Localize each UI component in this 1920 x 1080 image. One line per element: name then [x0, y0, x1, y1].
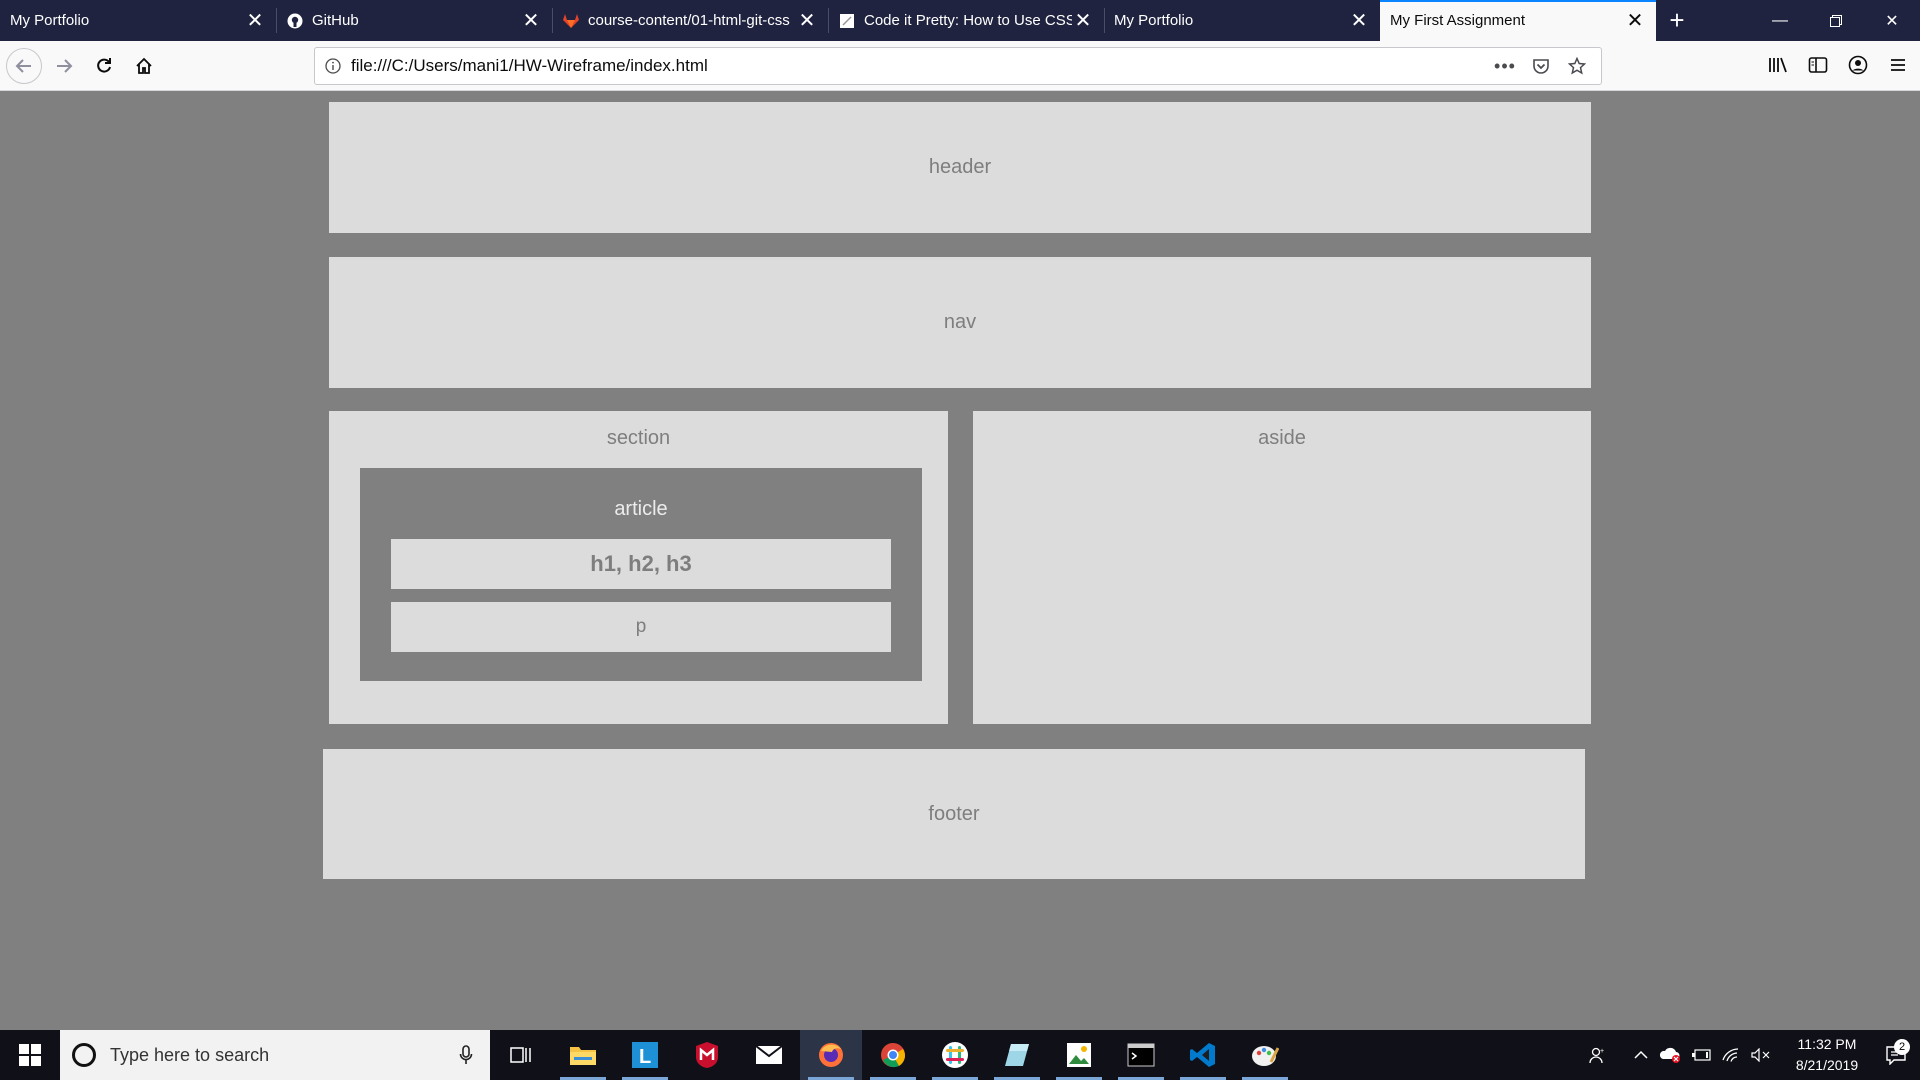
headings-label: h1, h2, h3: [590, 551, 692, 576]
url-text[interactable]: file:///C:/Users/mani1/HW-Wireframe/inde…: [351, 56, 1487, 76]
tab-course-content[interactable]: course-content/01-html-git-css ✕: [552, 0, 828, 41]
close-icon[interactable]: ✕: [520, 10, 542, 32]
taskbar-search[interactable]: Type here to search: [60, 1030, 490, 1080]
notification-count-badge: 2: [1894, 1039, 1910, 1055]
sticky-notes-icon[interactable]: [986, 1030, 1048, 1080]
tab-title: GitHub: [312, 12, 359, 29]
gitlab-icon: [562, 12, 580, 30]
cortana-icon: [72, 1043, 96, 1067]
tab-title: My Portfolio: [1114, 12, 1194, 29]
lync-icon[interactable]: L: [614, 1030, 676, 1080]
tab-code-it-pretty[interactable]: Code it Pretty: How to Use CSS ✕: [828, 0, 1104, 41]
article-label: article: [614, 498, 668, 520]
tab-github[interactable]: GitHub ✕: [276, 0, 552, 41]
mcafee-icon[interactable]: [676, 1030, 738, 1080]
tab-title: course-content/01-html-git-css: [588, 12, 790, 29]
system-clock[interactable]: 11:32 PM 8/21/2019: [1782, 1034, 1872, 1076]
menu-icon[interactable]: [1880, 47, 1916, 83]
wireframe-aside: aside: [973, 411, 1591, 724]
header-label: header: [928, 156, 992, 178]
bookmark-star-icon[interactable]: [1559, 51, 1595, 81]
wifi-icon[interactable]: [1716, 1048, 1746, 1062]
pocket-icon[interactable]: [1523, 51, 1559, 81]
home-button[interactable]: [126, 48, 162, 84]
wireframe-headings: h1, h2, h3: [391, 539, 891, 589]
chrome-icon[interactable]: [862, 1030, 924, 1080]
volume-muted-icon[interactable]: [1746, 1048, 1776, 1062]
svg-text:+: +: [1600, 1048, 1604, 1055]
close-window-icon[interactable]: ✕: [1864, 0, 1920, 41]
new-tab-button[interactable]: +: [1656, 0, 1698, 41]
nav-toolbar: file:///C:/Users/mani1/HW-Wireframe/inde…: [0, 41, 1920, 91]
wireframe-nav: nav: [329, 257, 1591, 388]
paint-icon[interactable]: [1234, 1030, 1296, 1080]
paragraph-label: p: [635, 616, 647, 637]
aside-label: aside: [1258, 427, 1306, 449]
forward-button[interactable]: [46, 48, 82, 84]
restore-icon[interactable]: [1808, 0, 1864, 41]
tab-title: My Portfolio: [10, 12, 90, 29]
close-icon[interactable]: ✕: [1348, 10, 1370, 32]
sidebar-icon[interactable]: [1800, 47, 1836, 83]
task-view-icon[interactable]: [490, 1030, 552, 1080]
tab-strip: My Portfolio ✕ GitHub ✕ course-content/0…: [0, 0, 1920, 41]
system-tray: + 11:32 PM 8/21/2019 2: [1582, 1030, 1920, 1080]
account-icon[interactable]: [1840, 47, 1876, 83]
close-icon[interactable]: ✕: [1624, 10, 1646, 32]
svg-text:L: L: [639, 1046, 651, 1068]
github-icon: [286, 12, 304, 30]
minimize-icon[interactable]: —: [1752, 0, 1808, 41]
windows-taskbar: Type here to search L + 11:32 PM 8/21/20…: [0, 1030, 1920, 1080]
terminal-icon[interactable]: [1110, 1030, 1172, 1080]
tab-title: My First Assignment: [1390, 12, 1526, 29]
action-center-icon[interactable]: 2: [1872, 1039, 1920, 1065]
tab-my-portfolio-1[interactable]: My Portfolio ✕: [0, 0, 276, 41]
nav-label: nav: [943, 311, 977, 333]
back-button[interactable]: [6, 47, 42, 84]
slack-icon[interactable]: [924, 1030, 986, 1080]
wireframe-footer: footer: [323, 749, 1585, 879]
people-icon[interactable]: +: [1582, 1046, 1612, 1064]
url-actions: •••: [1487, 51, 1595, 81]
clock-date: 8/21/2019: [1795, 1057, 1859, 1073]
windows-start-icon[interactable]: [0, 1030, 60, 1080]
clock-time: 11:32 PM: [1797, 1036, 1857, 1052]
url-bar[interactable]: file:///C:/Users/mani1/HW-Wireframe/inde…: [314, 47, 1602, 85]
wireframe-header: header: [329, 102, 1591, 233]
onedrive-error-icon[interactable]: [1656, 1046, 1686, 1064]
window-controls: — ✕: [1752, 0, 1920, 41]
footer-label: footer: [928, 802, 980, 825]
reload-button[interactable]: [86, 48, 122, 84]
close-icon[interactable]: ✕: [796, 10, 818, 32]
firefox-icon[interactable]: [800, 1030, 862, 1080]
file-explorer-icon[interactable]: [552, 1030, 614, 1080]
page-icon: [838, 12, 856, 30]
tab-title: Code it Pretty: How to Use CSS: [864, 12, 1072, 29]
page-viewport: header nav section aside article h1, h2,…: [0, 91, 1920, 1030]
wireframe-article: article h1, h2, h3 p: [360, 468, 922, 681]
photos-icon[interactable]: [1048, 1030, 1110, 1080]
microphone-icon[interactable]: [454, 1045, 478, 1065]
close-icon[interactable]: ✕: [1072, 10, 1094, 32]
more-actions-icon[interactable]: •••: [1487, 51, 1523, 81]
tab-my-portfolio-2[interactable]: My Portfolio ✕: [1104, 0, 1380, 41]
wireframe-paragraph: p: [391, 602, 891, 652]
section-label: section: [606, 427, 671, 449]
tab-my-first-assignment[interactable]: My First Assignment ✕: [1380, 0, 1656, 41]
vscode-icon[interactable]: [1172, 1030, 1234, 1080]
close-icon[interactable]: ✕: [244, 10, 266, 32]
mail-icon[interactable]: [738, 1030, 800, 1080]
info-icon[interactable]: [315, 58, 351, 74]
battery-icon[interactable]: [1686, 1049, 1716, 1061]
library-icon[interactable]: [1760, 47, 1796, 83]
right-toolbar: [1756, 47, 1916, 83]
search-placeholder[interactable]: Type here to search: [110, 1045, 454, 1066]
chevron-up-icon[interactable]: [1626, 1050, 1656, 1060]
